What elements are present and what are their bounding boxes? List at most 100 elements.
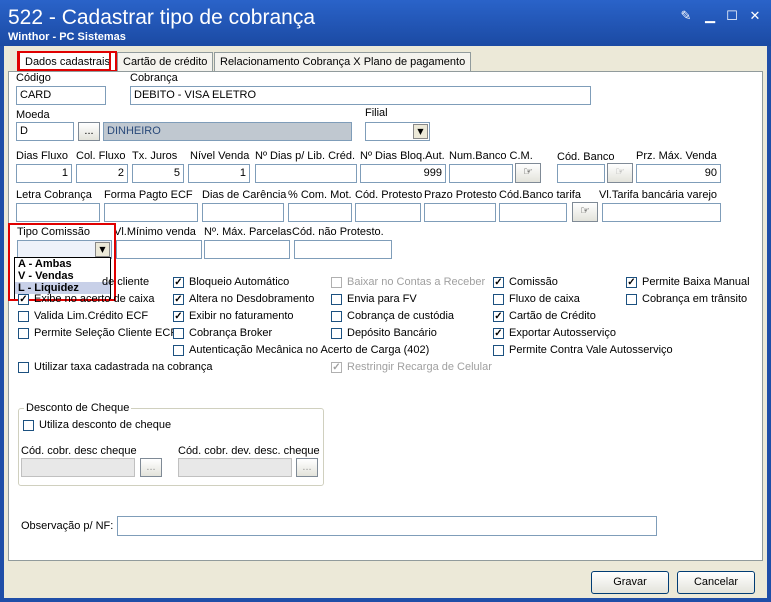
forma-pagto-ecf-input[interactable] bbox=[104, 203, 198, 222]
cod-banco-label: Cód. Banco bbox=[557, 151, 615, 163]
forma-pagto-ecf-label: Forma Pagto ECF bbox=[104, 189, 193, 201]
tipo-comissao-highlight bbox=[8, 223, 116, 301]
checkbox-label: Exibir no faturamento bbox=[189, 310, 294, 322]
checkbox-label: Valida Lim.Crédito ECF bbox=[34, 310, 149, 322]
tx-juros-input[interactable]: 5 bbox=[132, 164, 184, 183]
cod-dev-input[interactable] bbox=[178, 458, 292, 477]
checkbox-c3-4[interactable]: ✓ Restringir Recarga de Celular bbox=[331, 361, 492, 373]
checkbox-c5-0[interactable]: ✓ Permite Baixa Manual bbox=[626, 276, 750, 288]
moeda-label: Moeda bbox=[16, 109, 50, 121]
cod-protesto-input[interactable] bbox=[355, 203, 421, 222]
checkbox-c2-0[interactable]: ✓ Bloqueio Automático bbox=[173, 276, 289, 288]
col-fluxo-input[interactable]: 2 bbox=[76, 164, 128, 183]
com-mot-label: % Com. Mot. bbox=[288, 189, 352, 201]
utiliza-desconto-checkbox[interactable]: Utiliza desconto de cheque bbox=[23, 419, 171, 431]
gravar-button[interactable]: Gravar bbox=[591, 571, 669, 594]
dias-bloq-aut-label: Nº Dias Bloq.Aut. bbox=[360, 150, 445, 162]
checkbox-c1-5[interactable]: Permite Seleção Cliente ECF bbox=[18, 327, 177, 339]
prz-max-venda-input[interactable]: 90 bbox=[636, 164, 721, 183]
num-banco-cm-label: Num.Banco C.M. bbox=[449, 150, 533, 162]
checkbox-box bbox=[18, 327, 29, 339]
cod-desc-input[interactable] bbox=[21, 458, 135, 477]
minimize-icon[interactable]: ▁ bbox=[700, 8, 720, 26]
tab-relacionamento[interactable]: Relacionamento Cobrança X Plano de pagam… bbox=[214, 52, 472, 72]
checkbox-c1-0[interactable]: de cliente bbox=[86, 276, 149, 288]
cod-desc-label: Cód. cobr. desc cheque bbox=[21, 445, 137, 457]
dias-fluxo-input[interactable]: 1 bbox=[16, 164, 72, 183]
checkbox-c2-1[interactable]: ✓ Altera no Desdobramento bbox=[173, 293, 314, 305]
hand-pointer-icon[interactable]: ☞ bbox=[515, 163, 541, 183]
checkbox-label: Envia para FV bbox=[347, 293, 417, 305]
cod-desc-browse-button[interactable]: ... bbox=[140, 458, 162, 477]
checkbox-box bbox=[331, 276, 342, 288]
prz-max-venda-label: Prz. Máx. Venda bbox=[636, 150, 717, 162]
edit-icon[interactable]: ✎ bbox=[676, 8, 696, 26]
checkbox-label: Baixar no Contas a Receber bbox=[347, 276, 486, 288]
filial-select[interactable]: ▼ bbox=[365, 122, 430, 141]
com-mot-input[interactable] bbox=[288, 203, 352, 222]
checkmark-icon: ✓ bbox=[493, 310, 504, 322]
close-icon[interactable]: ✕ bbox=[745, 8, 765, 26]
checkbox-label: Cobrança em trânsito bbox=[642, 293, 748, 305]
checkbox-c1-6[interactable]: Utilizar taxa cadastrada na cobrança bbox=[18, 361, 213, 373]
vl-tarifa-input[interactable] bbox=[602, 203, 721, 222]
checkbox-c4-3[interactable]: ✓ Exportar Autosserviço bbox=[493, 327, 616, 339]
prazo-protesto-input[interactable] bbox=[424, 203, 496, 222]
nivel-venda-input[interactable]: 1 bbox=[188, 164, 250, 183]
checkbox-label: Cartão de Crédito bbox=[509, 310, 596, 322]
checkbox-c4-0[interactable]: ✓ Comissão bbox=[493, 276, 558, 288]
checkbox-label: Permite Contra Vale Autosserviço bbox=[509, 344, 673, 356]
checkbox-c3-3[interactable]: Depósito Bancário bbox=[331, 327, 437, 339]
moeda-browse-button[interactable]: ... bbox=[78, 122, 100, 141]
checkbox-label: Bloqueio Automático bbox=[189, 276, 290, 288]
checkbox-c2-4[interactable]: Autenticação Mecânica no Acerto de Carga… bbox=[173, 344, 429, 356]
max-parcelas-input[interactable] bbox=[204, 240, 290, 259]
checkbox-label: Permite Baixa Manual bbox=[642, 276, 750, 288]
num-banco-cm-input[interactable] bbox=[449, 164, 513, 183]
moeda-input[interactable]: D bbox=[16, 122, 74, 141]
hand-pointer-icon[interactable]: ☞ bbox=[572, 202, 598, 222]
tab-highlight bbox=[17, 51, 111, 71]
observacao-input[interactable] bbox=[117, 516, 657, 536]
codigo-input[interactable]: CARD bbox=[16, 86, 106, 105]
checkbox-c4-1[interactable]: Fluxo de caixa bbox=[493, 293, 580, 305]
dias-carencia-input[interactable] bbox=[202, 203, 284, 222]
desconto-cheque-title: Desconto de Cheque bbox=[24, 402, 132, 414]
checkbox-c4-2[interactable]: ✓ Cartão de Crédito bbox=[493, 310, 596, 322]
vl-tarifa-label: Vl.Tarifa bancária varejo bbox=[599, 189, 718, 201]
checkbox-c3-1[interactable]: Envia para FV bbox=[331, 293, 417, 305]
prazo-protesto-label: Prazo Protesto bbox=[424, 189, 497, 201]
checkmark-icon: ✓ bbox=[331, 361, 342, 373]
window-subtitle: Winthor - PC Sistemas bbox=[8, 31, 126, 43]
cobranca-label: Cobrança bbox=[130, 72, 178, 84]
checkbox-label: Restringir Recarga de Celular bbox=[347, 361, 492, 373]
letra-cobranca-input[interactable] bbox=[16, 203, 100, 222]
dias-lib-cred-input[interactable] bbox=[255, 164, 357, 183]
checkbox-c2-2[interactable]: ✓ Exibir no faturamento bbox=[173, 310, 294, 322]
cod-dev-label: Cód. cobr. dev. desc. cheque bbox=[178, 445, 320, 457]
checkbox-label: Cobrança Broker bbox=[189, 327, 273, 339]
checkbox-c1-3[interactable]: ✓ Exibe no acerto de caixa bbox=[18, 293, 154, 305]
checkmark-icon: ✓ bbox=[493, 327, 504, 339]
cod-nao-protesto-input[interactable] bbox=[294, 240, 392, 259]
chevron-down-icon[interactable]: ▼ bbox=[413, 124, 428, 139]
dias-bloq-aut-input[interactable]: 999 bbox=[360, 164, 446, 183]
checkbox-c3-0[interactable]: Baixar no Contas a Receber bbox=[331, 276, 485, 288]
checkbox-box bbox=[331, 293, 342, 305]
vl-min-venda-input[interactable] bbox=[116, 240, 202, 259]
checkmark-icon: ✓ bbox=[493, 276, 504, 288]
checkbox-c2-3[interactable]: Cobrança Broker bbox=[173, 327, 272, 339]
hand-pointer-icon[interactable]: ☞ bbox=[607, 163, 633, 183]
checkbox-c4-4[interactable]: Permite Contra Vale Autosserviço bbox=[493, 344, 673, 356]
cod-banco-tarifa-input[interactable] bbox=[499, 203, 567, 222]
checkbox-c3-2[interactable]: Cobrança de custódia bbox=[331, 310, 454, 322]
cancelar-button[interactable]: Cancelar bbox=[677, 571, 755, 594]
cobranca-input[interactable]: DEBITO - VISA ELETRO bbox=[130, 86, 591, 105]
checkbox-box bbox=[173, 327, 184, 339]
maximize-icon[interactable]: ☐ bbox=[722, 8, 742, 26]
cod-dev-browse-button[interactable]: ... bbox=[296, 458, 318, 477]
cod-banco-input[interactable] bbox=[557, 164, 605, 183]
tab-cartao-credito[interactable]: Cartão de crédito bbox=[117, 52, 214, 72]
checkbox-c1-4[interactable]: Valida Lim.Crédito ECF bbox=[18, 310, 148, 322]
checkbox-c5-1[interactable]: Cobrança em trânsito bbox=[626, 293, 747, 305]
